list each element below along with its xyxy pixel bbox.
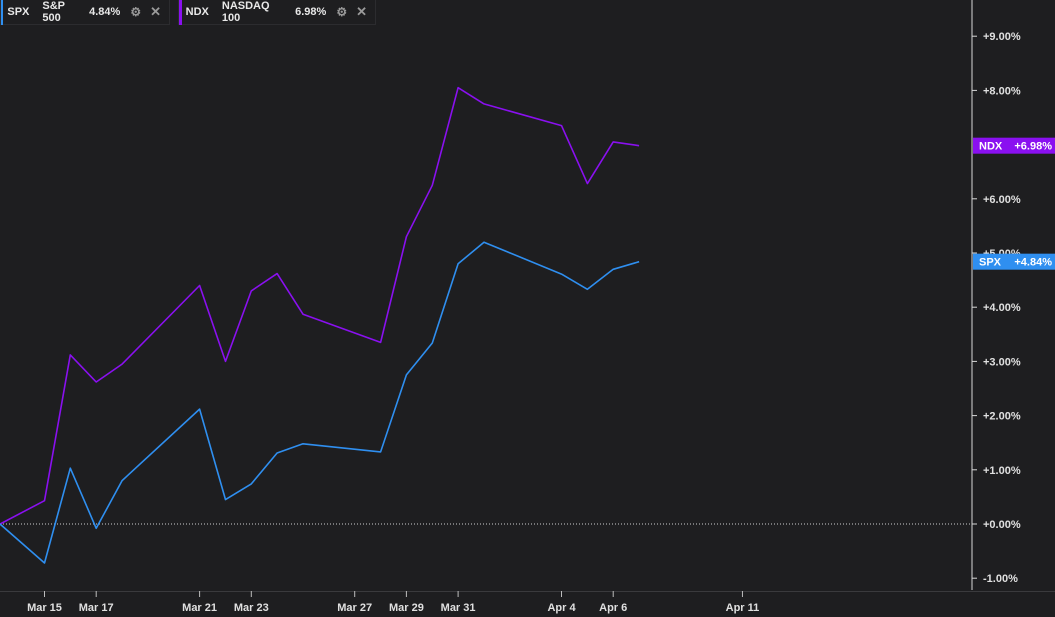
last-value-symbol: SPX bbox=[979, 257, 1002, 269]
x-tick: Apr 6 bbox=[599, 591, 627, 614]
x-tick-label: Mar 31 bbox=[441, 602, 476, 614]
y-tick-label: +4.00% bbox=[983, 302, 1021, 314]
x-tick-label: Mar 15 bbox=[27, 602, 62, 614]
series-line-spx bbox=[0, 241, 640, 564]
x-tick: Mar 31 bbox=[441, 591, 476, 614]
x-tick: Apr 4 bbox=[547, 591, 576, 614]
x-tick: Mar 29 bbox=[389, 591, 424, 614]
y-tick-label: +0.00% bbox=[983, 519, 1021, 531]
x-tick: Mar 21 bbox=[182, 591, 217, 614]
y-tick: +1.00% bbox=[972, 465, 1021, 477]
x-tick-label: Apr 11 bbox=[726, 602, 760, 614]
y-tick-label: +2.00% bbox=[983, 411, 1021, 423]
x-tick-label: Mar 17 bbox=[79, 602, 114, 614]
y-tick: +9.00% bbox=[972, 31, 1021, 43]
x-tick: Mar 17 bbox=[79, 591, 114, 614]
x-tick-label: Mar 27 bbox=[337, 602, 372, 614]
x-tick: Mar 15 bbox=[27, 591, 62, 614]
last-value-label-ndx: NDX +6.98% bbox=[973, 137, 1055, 154]
last-value-label-spx: SPX +4.84% bbox=[973, 253, 1055, 270]
last-value-symbol: NDX bbox=[979, 141, 1003, 153]
x-tick: Mar 23 bbox=[234, 591, 269, 614]
x-tick-label: Apr 6 bbox=[599, 602, 627, 614]
y-tick-label: +1.00% bbox=[983, 465, 1021, 477]
x-tick: Mar 27 bbox=[337, 591, 372, 614]
x-tick-label: Mar 29 bbox=[389, 602, 424, 614]
y-tick-label: -1.00% bbox=[983, 573, 1018, 585]
x-tick-label: Apr 4 bbox=[547, 602, 576, 614]
y-tick: +3.00% bbox=[972, 356, 1021, 368]
last-value-text: +4.84% bbox=[1014, 257, 1052, 269]
series-line-ndx bbox=[0, 86, 640, 525]
y-tick-label: +6.00% bbox=[983, 194, 1021, 206]
y-tick-label: +3.00% bbox=[983, 356, 1021, 368]
x-tick: Apr 11 bbox=[726, 591, 760, 614]
x-tick-label: Mar 21 bbox=[182, 602, 217, 614]
y-tick: +0.00% bbox=[972, 519, 1021, 531]
y-tick-label: +8.00% bbox=[983, 85, 1021, 97]
line-chart[interactable]: -1.00%+0.00%+1.00%+2.00%+3.00%+4.00%+5.0… bbox=[0, 0, 1055, 617]
y-tick-label: +9.00% bbox=[983, 31, 1021, 43]
last-value-text: +6.98% bbox=[1014, 141, 1052, 153]
y-tick: +6.00% bbox=[972, 194, 1021, 206]
y-tick: -1.00% bbox=[972, 573, 1018, 585]
y-tick: +8.00% bbox=[972, 85, 1021, 97]
x-tick-label: Mar 23 bbox=[234, 602, 269, 614]
y-tick: +4.00% bbox=[972, 302, 1021, 314]
y-tick: +2.00% bbox=[972, 411, 1021, 423]
